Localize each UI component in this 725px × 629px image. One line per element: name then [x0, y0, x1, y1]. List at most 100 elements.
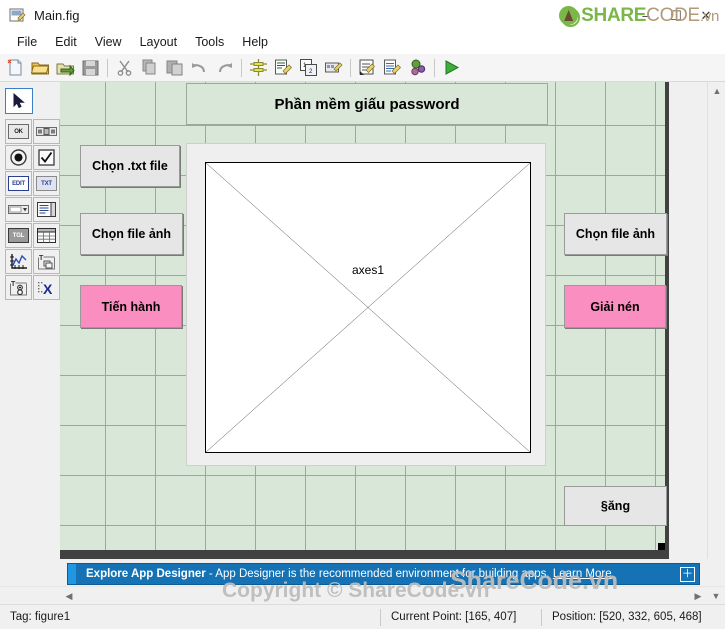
- menu-layout[interactable]: Layout: [131, 33, 187, 51]
- vertical-scrollbar[interactable]: ▲: [707, 82, 725, 559]
- popup-menu-glyph: [8, 205, 29, 214]
- proceed-button[interactable]: Tiến hành: [80, 285, 182, 328]
- menu-bar: File Edit View Layout Tools Help: [0, 30, 725, 54]
- m-file-editor-icon[interactable]: [355, 55, 380, 80]
- svg-text:X: X: [43, 281, 53, 296]
- toolbar-separator: [434, 58, 435, 77]
- save-as-icon[interactable]: [53, 55, 78, 80]
- svg-text:T: T: [39, 255, 44, 262]
- axes-panel[interactable]: axes1: [186, 143, 546, 466]
- window-controls: – ☐ ✕: [631, 0, 721, 30]
- status-tag: Tag: figure1: [10, 611, 71, 623]
- component-palette: OK EDIT TXT TGL T T X: [0, 82, 60, 559]
- radio-button-tool[interactable]: [5, 145, 32, 170]
- panel-glyph: T: [37, 255, 55, 270]
- menu-file[interactable]: File: [8, 33, 46, 51]
- close-button[interactable]: ✕: [691, 1, 721, 29]
- activex-control-tool[interactable]: X: [33, 275, 60, 300]
- decompress-button[interactable]: Giải nén: [564, 285, 666, 328]
- choose-txt-file-button[interactable]: Chọn .txt file: [80, 145, 180, 187]
- menu-help[interactable]: Help: [233, 33, 277, 51]
- toggle-button-glyph: TGL: [8, 228, 29, 243]
- object-browser-icon[interactable]: [405, 55, 430, 80]
- figure-title-static-text[interactable]: Phần mềm giấu password: [186, 83, 548, 125]
- figure-resize-handle[interactable]: [658, 543, 665, 550]
- tab-order-editor-icon[interactable]: 1 2: [296, 55, 321, 80]
- banner-bold-text: Explore App Designer: [86, 568, 206, 580]
- dang-label: §ăng: [600, 499, 631, 513]
- menu-edit[interactable]: Edit: [46, 33, 86, 51]
- choose-image-file-left-label: Chọn file ảnh: [91, 227, 172, 241]
- toolbar-separator: [241, 58, 242, 77]
- table-glyph: [37, 228, 56, 243]
- redo-icon[interactable]: [212, 55, 237, 80]
- banner-body-text: - App Designer is the recommended enviro…: [205, 568, 553, 580]
- banner-close-button[interactable]: ＋: [680, 567, 695, 582]
- menu-tools[interactable]: Tools: [186, 33, 233, 51]
- check-box-tool[interactable]: [33, 145, 60, 170]
- scroll-up-arrow-icon[interactable]: ▲: [708, 82, 725, 100]
- menu-view[interactable]: View: [86, 33, 131, 51]
- slider-tool[interactable]: [33, 119, 60, 144]
- cut-icon[interactable]: [112, 55, 137, 80]
- push-button-glyph: OK: [8, 124, 29, 139]
- scroll-right-arrow-icon[interactable]: ▶: [689, 587, 707, 605]
- table-tool[interactable]: [33, 223, 60, 248]
- undo-icon[interactable]: [187, 55, 212, 80]
- cursor-arrow-icon: [13, 93, 25, 109]
- edit-text-tool[interactable]: EDIT: [5, 171, 32, 196]
- toolbar-editor-icon[interactable]: [321, 55, 346, 80]
- radio-glyph: [10, 149, 27, 166]
- save-icon[interactable]: [78, 55, 103, 80]
- status-bar: Tag: figure1 Current Point: [165, 407] P…: [0, 604, 725, 629]
- button-group-tool[interactable]: T: [5, 275, 32, 300]
- choose-txt-file-label: Chọn .txt file: [92, 159, 168, 173]
- choose-image-file-left-button[interactable]: Chọn file ảnh: [80, 213, 183, 255]
- checkbox-glyph: [38, 149, 55, 166]
- figure-canvas-area[interactable]: Phần mềm giấu password Chọn .txt file Ch…: [60, 82, 669, 559]
- guide-layout-editor-window: Main.fig – ☐ ✕ SHARECODE.vn File Edit Vi…: [0, 0, 725, 629]
- palette-grid: OK EDIT TXT TGL T T X: [5, 119, 60, 300]
- static-text-tool[interactable]: TXT: [33, 171, 60, 196]
- list-box-tool[interactable]: [33, 197, 60, 222]
- status-current-point: Current Point: [165, 407]: [391, 611, 517, 623]
- banner-accent-bar: [68, 564, 76, 584]
- open-folder-icon[interactable]: [28, 55, 53, 80]
- window-title: Main.fig: [34, 7, 80, 23]
- horizontal-scrollbar[interactable]: ◀ ▶ ▼: [0, 586, 725, 604]
- copy-icon[interactable]: [137, 55, 162, 80]
- app-designer-banner[interactable]: Explore App Designer - App Designer is t…: [67, 563, 700, 585]
- figure-file-icon: [9, 7, 26, 24]
- paste-icon[interactable]: [162, 55, 187, 80]
- property-inspector-icon[interactable]: [380, 55, 405, 80]
- pop-up-menu-tool[interactable]: [5, 197, 32, 222]
- figure-title-label: Phần mềm giấu password: [274, 95, 460, 113]
- figure-surface[interactable]: Phần mềm giấu password Chọn .txt file Ch…: [60, 82, 667, 550]
- learn-more-link[interactable]: Learn More: [553, 568, 612, 580]
- decompress-label: Giải nén: [590, 299, 640, 314]
- align-objects-icon[interactable]: [246, 55, 271, 80]
- status-position: Position: [520, 332, 605, 468]: [552, 611, 702, 623]
- scroll-down-arrow-icon[interactable]: ▼: [707, 587, 725, 605]
- choose-image-file-right-button[interactable]: Chọn file ảnh: [564, 213, 667, 255]
- maximize-button[interactable]: ☐: [661, 1, 691, 29]
- static-text-glyph: TXT: [36, 176, 57, 191]
- edit-text-glyph: EDIT: [8, 176, 29, 191]
- panel-tool[interactable]: T: [33, 249, 60, 274]
- proceed-label: Tiến hành: [101, 299, 161, 314]
- axes1[interactable]: axes1: [205, 162, 531, 453]
- dang-button[interactable]: §ăng: [564, 486, 667, 526]
- axes-glyph: [10, 254, 27, 269]
- select-pointer-tool[interactable]: [5, 88, 33, 114]
- axes-tag-label: axes1: [351, 262, 385, 277]
- new-figure-icon[interactable]: [3, 55, 28, 80]
- minimize-button[interactable]: –: [631, 1, 661, 29]
- axes-tool[interactable]: [5, 249, 32, 274]
- button-group-glyph: T: [9, 281, 27, 296]
- push-button-tool[interactable]: OK: [5, 119, 32, 144]
- scroll-left-arrow-icon[interactable]: ◀: [60, 587, 78, 605]
- toolbar-separator: [107, 58, 108, 77]
- menu-editor-icon[interactable]: [271, 55, 296, 80]
- toggle-button-tool[interactable]: TGL: [5, 223, 32, 248]
- run-figure-icon[interactable]: [439, 55, 464, 80]
